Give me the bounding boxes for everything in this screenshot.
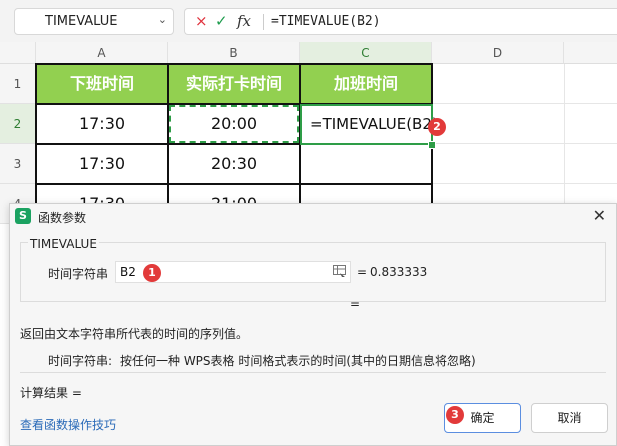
chevron-down-icon[interactable]: ⌄ bbox=[158, 13, 167, 26]
table-border bbox=[35, 183, 433, 185]
dialog-divider bbox=[20, 372, 606, 373]
function-description: 返回由文本字符串所代表的时间的序列值。 bbox=[20, 327, 249, 341]
column-header-c[interactable]: C bbox=[300, 42, 432, 64]
calculation-result: 计算结果 = bbox=[20, 386, 82, 400]
function-name: TIMEVALUE bbox=[28, 237, 99, 251]
name-box-text: TIMEVALUE bbox=[45, 14, 118, 29]
step-badge-1: 1 bbox=[143, 264, 161, 282]
cancel-button[interactable]: 取消 bbox=[531, 403, 608, 433]
argument-description: 按任何一种 WPS表格 时间格式表示的时间(其中的日期信息将忽略) bbox=[120, 354, 476, 368]
cell-c3[interactable] bbox=[300, 144, 432, 184]
step-badge-3: 3 bbox=[446, 406, 464, 424]
gridline bbox=[432, 183, 617, 184]
select-all-corner[interactable] bbox=[0, 42, 36, 64]
gridline bbox=[432, 143, 617, 144]
formula-bar: TIMEVALUE ⌄ × ✓ fx =TIMEVALUE(B2) bbox=[0, 0, 617, 42]
step-badge-2: 2 bbox=[428, 118, 446, 136]
column-header-a[interactable]: A bbox=[36, 42, 168, 64]
header-cell-a1[interactable]: 下班时间 bbox=[36, 64, 168, 104]
formula-text[interactable]: =TIMEVALUE(B2) bbox=[271, 14, 381, 29]
column-header-d[interactable]: D bbox=[432, 42, 564, 64]
row-header-3[interactable]: 3 bbox=[0, 144, 36, 184]
argument-input-value: B2 bbox=[120, 265, 136, 279]
help-link[interactable]: 查看函数操作技巧 bbox=[20, 416, 116, 433]
argument-label: 时间字符串 bbox=[48, 267, 109, 281]
formula-separator bbox=[263, 14, 264, 30]
range-select-icon[interactable] bbox=[333, 265, 346, 278]
fx-icon[interactable]: fx bbox=[237, 12, 251, 30]
argument-description-label: 时间字符串: bbox=[48, 354, 113, 368]
formula-input[interactable]: × ✓ fx =TIMEVALUE(B2) bbox=[184, 8, 617, 35]
active-cell-c2 bbox=[300, 104, 433, 145]
argument-result: 0.833333 bbox=[370, 265, 428, 279]
name-box[interactable]: TIMEVALUE ⌄ bbox=[14, 8, 174, 35]
column-header-b[interactable]: B bbox=[168, 42, 300, 64]
dialog-title: 函数参数 bbox=[38, 211, 87, 225]
dialog-title-bar[interactable]: S 函数参数 ✕ bbox=[10, 204, 616, 230]
argument-equals: = bbox=[357, 265, 368, 279]
close-icon[interactable]: ✕ bbox=[593, 206, 606, 225]
table-border bbox=[35, 63, 433, 65]
reference-marquee-b2 bbox=[169, 105, 299, 143]
row-header-1[interactable]: 1 bbox=[0, 64, 36, 104]
header-cell-b1[interactable]: 实际打卡时间 bbox=[168, 64, 300, 104]
gridline bbox=[432, 103, 617, 104]
function-result-equals: = bbox=[350, 297, 361, 311]
row-header-2[interactable]: 2 bbox=[0, 104, 36, 144]
cell-b3[interactable]: 20:30 bbox=[168, 144, 300, 184]
column-header-e[interactable] bbox=[564, 42, 617, 64]
header-cell-c1[interactable]: 加班时间 bbox=[300, 64, 432, 104]
cell-a3[interactable]: 17:30 bbox=[36, 144, 168, 184]
check-icon[interactable]: ✓ bbox=[215, 12, 228, 30]
function-arguments-dialog: S 函数参数 ✕ TIMEVALUE 时间字符串 B2 = 0.833333 =… bbox=[9, 203, 617, 446]
fill-handle[interactable] bbox=[428, 141, 436, 149]
cancel-icon[interactable]: × bbox=[195, 12, 208, 30]
wps-sheet-logo-icon: S bbox=[15, 208, 31, 224]
cell-a2[interactable]: 17:30 bbox=[36, 104, 168, 144]
